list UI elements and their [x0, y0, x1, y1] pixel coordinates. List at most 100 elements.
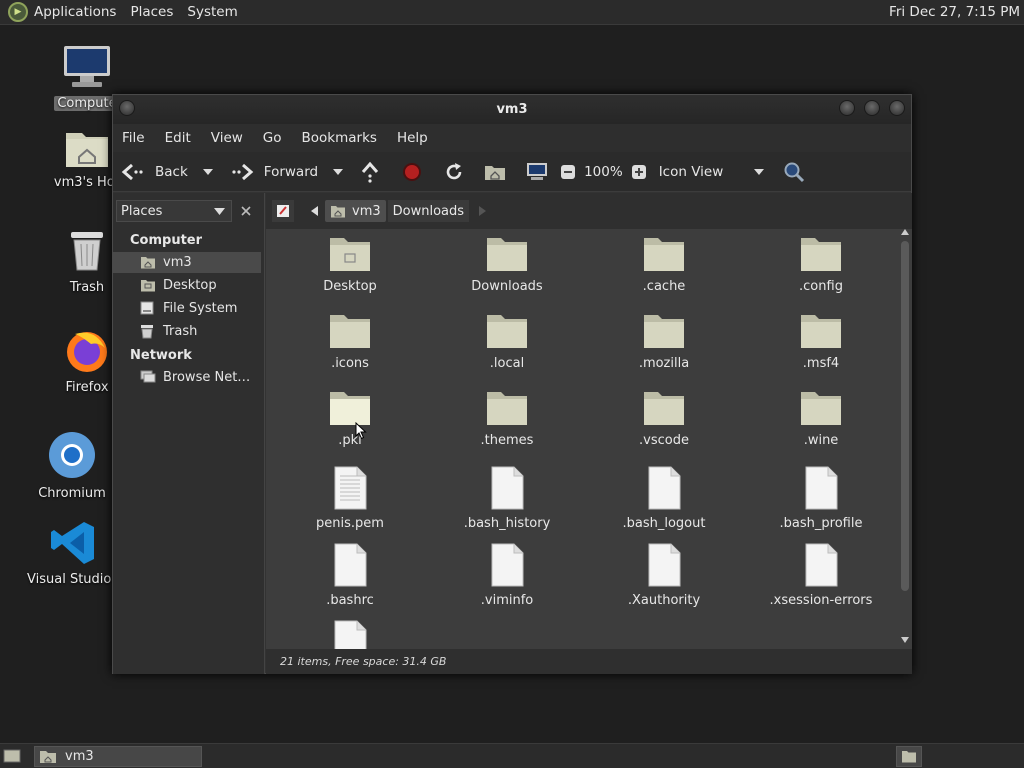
menubar: File Edit View Go Bookmarks Help — [113, 124, 911, 152]
menu-bookmarks[interactable]: Bookmarks — [302, 130, 377, 146]
crumb-vm3[interactable]: vm3 — [325, 200, 386, 222]
menu-go[interactable]: Go — [263, 130, 282, 146]
file-icon — [334, 620, 367, 649]
file-item-label: .msf4 — [802, 356, 840, 371]
desktop-icon-chromium[interactable]: Chromium — [22, 430, 122, 501]
computer-icon — [64, 46, 110, 87]
back-history-dropdown[interactable] — [202, 168, 214, 176]
vertical-scrollbar[interactable] — [900, 229, 910, 645]
menu-help[interactable]: Help — [397, 130, 428, 146]
reload-button[interactable] — [444, 162, 464, 182]
close-icon — [241, 206, 251, 216]
file-item[interactable]: .bash_logout — [594, 466, 734, 531]
file-item-label: .local — [489, 356, 525, 371]
statusbar: 21 items, Free space: 31.4 GB — [266, 649, 912, 674]
sidebar-heading-network: Network — [130, 348, 192, 363]
file-item[interactable] — [280, 620, 420, 649]
forward-arrow-icon — [232, 163, 254, 180]
path-scroll-left[interactable] — [305, 200, 323, 222]
home-button[interactable] — [484, 163, 506, 181]
forward-button[interactable]: Forward — [230, 162, 318, 182]
file-item[interactable]: .bash_profile — [751, 466, 891, 531]
desktop-icon-label: Chromium — [38, 486, 106, 501]
places-menu[interactable]: Places — [130, 4, 173, 20]
scroll-up-arrow-icon[interactable] — [901, 229, 909, 235]
crumb-downloads[interactable]: Downloads — [387, 200, 470, 222]
sidebar-item-vm3[interactable]: vm3 — [113, 252, 261, 273]
file-item[interactable]: .viminfo — [437, 543, 577, 608]
file-item[interactable]: .cache — [594, 235, 734, 294]
folder-icon — [801, 238, 841, 271]
show-desktop-button[interactable] — [3, 748, 21, 768]
sidebar-item-trash[interactable]: Trash — [113, 321, 261, 342]
file-item[interactable]: .Xauthority — [594, 543, 734, 608]
computer-button[interactable] — [526, 162, 548, 182]
file-item[interactable]: .bash_history — [437, 466, 577, 531]
sidebar-item-label: File System — [163, 301, 238, 316]
system-menu[interactable]: System — [187, 4, 237, 20]
menu-edit[interactable]: Edit — [165, 130, 191, 146]
sidebar-item-browse-network[interactable]: Browse Net… — [113, 367, 261, 388]
file-item[interactable]: .icons — [280, 312, 420, 371]
chevron-down-icon — [214, 208, 225, 215]
file-item[interactable]: .xsession-errors — [751, 543, 891, 608]
menu-view[interactable]: View — [211, 130, 243, 146]
distro-logo-icon[interactable]: ▶ — [8, 2, 28, 22]
file-item[interactable]: .config — [751, 235, 891, 294]
forward-history-dropdown[interactable] — [332, 168, 344, 176]
window-menu-button[interactable] — [119, 100, 135, 116]
menu-file[interactable]: File — [122, 130, 145, 146]
chevron-down-icon — [753, 168, 764, 175]
trash-icon — [141, 325, 153, 339]
sidebar-item-desktop[interactable]: Desktop — [113, 275, 261, 296]
sidebar-item-file-system[interactable]: File System — [113, 298, 261, 319]
home-folder-icon — [66, 133, 108, 167]
scroll-down-arrow-icon[interactable] — [901, 637, 909, 643]
maximize-button[interactable] — [864, 100, 880, 116]
chevron-left-icon — [310, 206, 318, 216]
places-combo[interactable]: Places — [116, 200, 232, 222]
scrollbar-thumb[interactable] — [901, 241, 909, 591]
back-button[interactable]: Back — [121, 162, 188, 182]
applications-menu[interactable]: Applications — [34, 4, 116, 20]
pathbar: vm3 Downloads — [266, 193, 912, 229]
stop-icon — [403, 162, 422, 181]
sidebar-heading-computer: Computer — [130, 233, 203, 248]
zoom-out-icon — [561, 164, 576, 179]
toggle-location-button[interactable] — [272, 200, 294, 222]
minimize-button[interactable] — [839, 100, 855, 116]
file-item[interactable]: Downloads — [437, 235, 577, 294]
view-mode-label: Icon View — [658, 163, 724, 180]
search-button[interactable] — [783, 161, 805, 183]
close-sidebar-button[interactable] — [235, 200, 257, 222]
taskbar-item-vm3[interactable]: vm3 — [34, 746, 202, 767]
chevron-down-icon — [202, 168, 213, 175]
zoom-out-button[interactable] — [560, 164, 576, 180]
clock[interactable]: Fri Dec 27, 7:15 PM — [889, 4, 1020, 20]
folder-icon — [644, 238, 684, 271]
file-item[interactable]: .local — [437, 312, 577, 371]
desktop-icon-vscode[interactable]: Visual Studio Co — [24, 520, 133, 587]
path-scroll-right[interactable] — [475, 200, 489, 222]
file-item[interactable]: .bashrc — [280, 543, 420, 608]
file-item[interactable]: Desktop — [280, 235, 420, 294]
file-item[interactable]: .mozilla — [594, 312, 734, 371]
close-button[interactable] — [889, 100, 905, 116]
workspace-switcher[interactable] — [896, 746, 922, 767]
view-mode-select[interactable]: Icon View — [659, 164, 765, 180]
file-item[interactable]: .pki — [280, 389, 420, 448]
stop-button[interactable] — [402, 162, 422, 182]
file-item[interactable]: .vscode — [594, 389, 734, 448]
file-item[interactable]: .msf4 — [751, 312, 891, 371]
file-item[interactable]: .themes — [437, 389, 577, 448]
zoom-in-button[interactable] — [631, 164, 647, 180]
up-button[interactable] — [360, 161, 380, 183]
drive-icon — [140, 301, 154, 315]
top-panel: ▶ Applications Places System Fri Dec 27,… — [0, 0, 1024, 25]
file-item-label: .xsession-errors — [769, 593, 873, 608]
titlebar[interactable]: vm3 — [113, 95, 911, 124]
file-item[interactable]: .wine — [751, 389, 891, 448]
file-icon — [648, 466, 681, 510]
computer-icon — [527, 162, 548, 180]
file-item[interactable]: penis.pem — [280, 466, 420, 531]
